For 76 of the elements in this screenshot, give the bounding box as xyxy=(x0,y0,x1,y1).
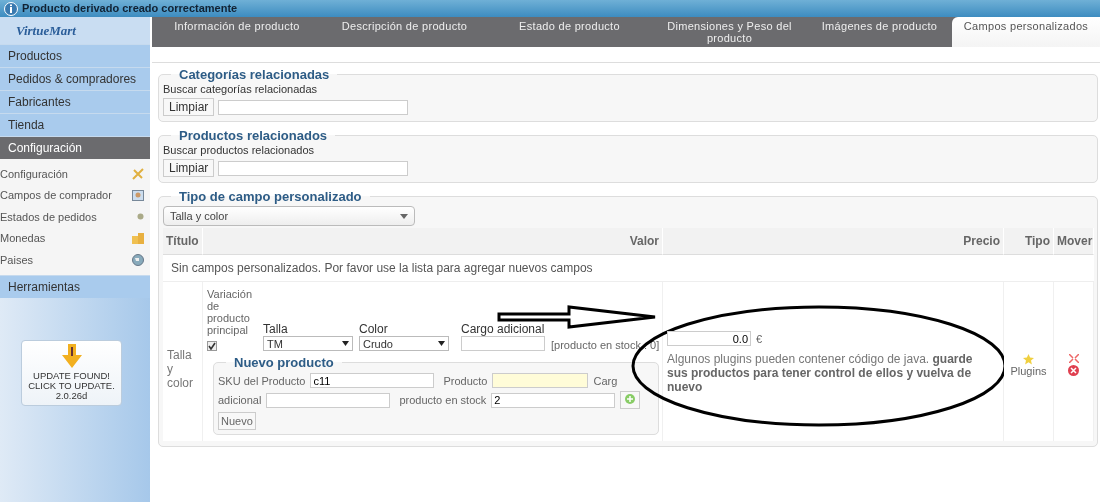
coins-icon xyxy=(132,232,144,245)
menu-item[interactable]: Productos xyxy=(0,44,150,67)
search-field[interactable] xyxy=(218,160,409,176)
price-field[interactable]: 0.0 xyxy=(667,331,751,346)
caret-icon xyxy=(438,341,445,346)
stock-text: [producto en stock : 0] xyxy=(551,339,660,351)
type-dropdown[interactable]: Talla y color xyxy=(163,206,415,226)
field-label: producto en stock xyxy=(399,394,487,406)
column-header: Título xyxy=(163,228,203,255)
type-text: Plugins xyxy=(1010,365,1047,377)
extra-charge-field[interactable] xyxy=(266,392,391,408)
submenu-item[interactable]: Campos de comprador xyxy=(0,189,112,202)
profile-card-icon xyxy=(132,189,144,201)
plus-icon xyxy=(625,394,636,404)
column-header: Valor xyxy=(203,228,663,255)
submenu-item[interactable]: Configuración xyxy=(0,167,68,180)
info-icon xyxy=(4,1,18,16)
new-button[interactable]: Nuevo xyxy=(218,412,256,430)
tab[interactable]: Estado de producto xyxy=(487,17,652,47)
menu-item[interactable]: Fabricantes xyxy=(0,90,150,113)
column-header: Tipo xyxy=(1004,228,1054,255)
column-header: Precio xyxy=(663,228,1004,255)
variant-dropdown[interactable]: Crudo xyxy=(359,336,449,351)
clear-button[interactable]: Limpiar xyxy=(163,159,215,177)
warning-arrow-icon xyxy=(60,344,83,368)
add-button[interactable] xyxy=(620,391,641,409)
field-label: Producto xyxy=(443,374,488,387)
tab[interactable]: Dimensiones y Peso del producto xyxy=(652,17,807,47)
tab[interactable]: Imágenes de producto xyxy=(807,17,952,47)
column-header: Mover xyxy=(1054,228,1094,255)
section-title: Tipo de campo personalizado xyxy=(178,189,363,204)
section-title: Nuevo producto xyxy=(233,355,335,370)
caret-icon xyxy=(400,213,408,219)
logo: VirtueMart xyxy=(0,17,150,44)
move-icon[interactable] xyxy=(1068,354,1079,363)
search-field[interactable] xyxy=(218,99,409,115)
extra-charge-field[interactable] xyxy=(461,336,545,351)
globe-icon xyxy=(132,253,144,266)
field-label: Carg xyxy=(593,374,618,387)
submenu-item[interactable]: Monedas xyxy=(0,232,46,245)
stock-field[interactable]: 2 xyxy=(491,392,616,408)
field-label: SKU del Producto xyxy=(218,374,306,387)
submenu-item[interactable]: Estados de pedidos xyxy=(0,210,97,223)
submenu-item[interactable]: Paises xyxy=(0,253,34,266)
field-label: Buscar categorías relacionadas xyxy=(163,83,319,95)
tab[interactable]: Información de producto xyxy=(152,17,322,47)
currency-text: € xyxy=(756,332,763,345)
field-label: Talla xyxy=(263,322,289,336)
tab[interactable]: Descripción de producto xyxy=(322,17,487,47)
variant-dropdown[interactable]: TM xyxy=(263,336,353,351)
field-label: Buscar productos relacionados xyxy=(163,144,316,156)
caret-icon xyxy=(342,341,349,346)
delete-icon[interactable] xyxy=(1068,365,1079,376)
empty-message: Sin campos personalizados. Por favor use la lista para agregar nuevos campos xyxy=(163,255,1094,282)
menu-item[interactable]: Herramientas xyxy=(0,274,150,298)
checkbox[interactable] xyxy=(207,341,217,351)
sku-field[interactable]: c11 xyxy=(310,373,435,388)
menu-item[interactable]: Tienda xyxy=(0,113,150,136)
field-label: Color xyxy=(359,322,389,336)
update-button[interactable]: UPDATE FOUND! CLICK TO UPDATE. 2.0.26d xyxy=(21,339,122,406)
field-label: Cargo adicional xyxy=(461,322,545,336)
notice-text: Producto derivado creado correctamente xyxy=(22,3,238,14)
tab[interactable]: Campos personalizados xyxy=(952,17,1100,47)
section-title: Productos relacionados xyxy=(178,128,329,143)
dot-icon xyxy=(137,213,144,221)
section-title: Categorías relacionadas xyxy=(178,67,331,82)
menu-item[interactable]: Pedidos & compradores xyxy=(0,67,150,90)
tools-icon xyxy=(132,167,144,180)
field-label: adicional xyxy=(218,394,262,406)
field-label: Variación de producto principal xyxy=(207,288,254,336)
table-cell-text: Talla y color xyxy=(167,348,194,390)
product-field[interactable] xyxy=(492,373,589,388)
menu-item[interactable]: Configuración xyxy=(0,136,150,159)
clear-button[interactable]: Limpiar xyxy=(163,98,215,116)
plugin-note: Algunos plugins pueden contener código de java. guarde sus productos para tener control de ellos y vuelva de nuevo xyxy=(667,352,974,394)
star-icon xyxy=(1023,354,1034,365)
